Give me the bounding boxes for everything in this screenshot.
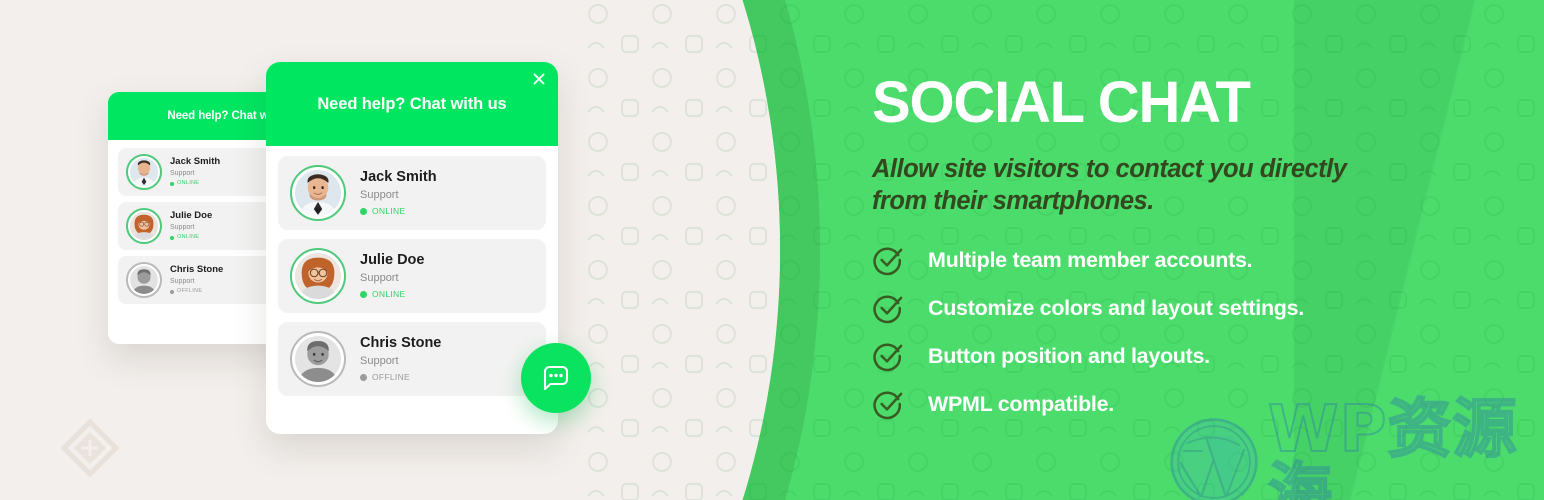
list-item: WPML compatible.: [872, 389, 1532, 420]
contact-info: Julie Doe Support ONLINE: [360, 252, 424, 299]
chat-launcher-button[interactable]: [521, 343, 591, 413]
decorative-leaf-icon: [60, 418, 120, 478]
status-dot-icon: [360, 373, 367, 381]
feature-label: Multiple team member accounts.: [928, 248, 1253, 273]
contact-name: Jack Smith: [360, 169, 437, 186]
contact-role: Support: [360, 272, 399, 285]
status-label: ONLINE: [177, 180, 200, 187]
hero-content: SOCIAL CHAT Allow site visitors to conta…: [872, 74, 1532, 437]
status-label: ONLINE: [372, 289, 406, 300]
widget-contact-list: Jack Smith Support ONLINE Julie Doe Supp…: [266, 146, 558, 412]
check-circle-icon: [873, 295, 903, 324]
status-dot-icon: [360, 207, 367, 215]
contact-info: Jack Smith Support ONLINE: [170, 156, 221, 187]
status-label: OFFLINE: [177, 288, 203, 295]
page-subtitle: Allow site visitors to contact you direc…: [872, 155, 1347, 216]
contact-name: Chris Stone: [170, 264, 224, 276]
contact-info: Jack Smith Support ONLINE: [360, 169, 437, 216]
avatar: [126, 262, 162, 298]
feature-label: WPML compatible.: [928, 392, 1114, 417]
feature-label: Customize colors and layout settings.: [928, 296, 1304, 321]
avatar: [126, 154, 162, 190]
status-label: ONLINE: [372, 206, 406, 217]
chat-widget-card[interactable]: Need help? Chat with us Jack Smith Suppo…: [266, 62, 558, 434]
list-item[interactable]: Jack Smith Support ONLINE: [278, 156, 546, 230]
chat-bubble-dots-icon: [543, 365, 569, 391]
contact-role: Support: [360, 355, 399, 368]
list-item: Multiple team member accounts.: [872, 245, 1532, 276]
list-item[interactable]: Julie Doe Support ONLINE: [278, 239, 546, 313]
check-circle-icon: [873, 343, 903, 372]
status-badge: ONLINE: [170, 234, 212, 241]
feature-list: Multiple team member accounts. Customize…: [872, 245, 1532, 420]
contact-role: Support: [170, 224, 195, 232]
contact-info: Chris Stone Support OFFLINE: [360, 335, 441, 382]
status-dot-icon: [360, 290, 367, 298]
contact-name: Julie Doe: [170, 210, 213, 222]
avatar: [126, 208, 162, 244]
hero-banner: Need help? Chat with us Jack Smith Suppo…: [0, 0, 1544, 500]
contact-info: Julie Doe Support ONLINE: [170, 210, 213, 241]
status-badge: ONLINE: [360, 289, 424, 299]
page-title: SOCIAL CHAT: [872, 70, 1251, 135]
contact-role: Support: [360, 189, 399, 202]
status-badge: ONLINE: [360, 206, 437, 216]
status-badge: ONLINE: [170, 180, 220, 187]
contact-name: Julie Doe: [360, 252, 425, 269]
status-dot-icon: [170, 181, 174, 186]
contact-role: Support: [170, 170, 195, 178]
contact-name: Jack Smith: [170, 156, 221, 168]
check-circle-icon: [873, 247, 903, 276]
close-icon[interactable]: [531, 71, 547, 87]
list-item: Customize colors and layout settings.: [872, 293, 1532, 324]
list-item: Button position and layouts.: [872, 341, 1532, 372]
status-dot-icon: [170, 235, 174, 240]
widget-header: Need help? Chat with us: [266, 62, 558, 146]
status-badge: OFFLINE: [170, 288, 223, 295]
contact-name: Chris Stone: [360, 335, 442, 352]
widget-header-title: Need help? Chat with us: [317, 94, 507, 113]
status-badge: OFFLINE: [360, 372, 441, 382]
contact-info: Chris Stone Support OFFLINE: [170, 264, 224, 295]
status-label: OFFLINE: [372, 372, 410, 383]
avatar: [290, 248, 346, 304]
status-label: ONLINE: [177, 234, 200, 241]
check-circle-icon: [873, 391, 903, 420]
list-item[interactable]: Chris Stone Support OFFLINE: [278, 322, 546, 396]
avatar: [290, 331, 346, 387]
feature-label: Button position and layouts.: [928, 344, 1210, 369]
contact-role: Support: [170, 278, 195, 286]
status-dot-icon: [170, 289, 174, 294]
avatar: [290, 165, 346, 221]
